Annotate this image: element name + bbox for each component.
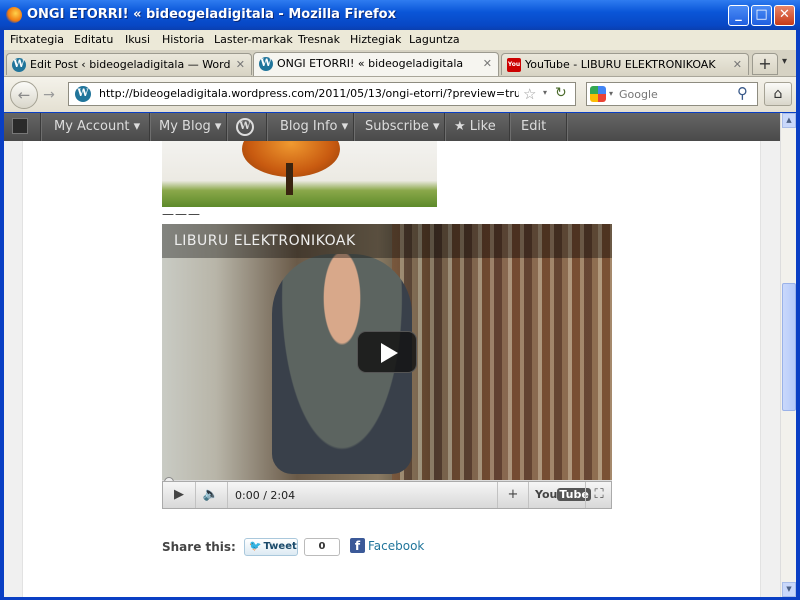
minimize-button[interactable]: _ [728, 5, 749, 26]
volume-icon[interactable]: 🔈 [195, 482, 228, 508]
twitter-bird-icon: 🐦 [249, 541, 262, 552]
youtube-brand-you: You [535, 488, 558, 501]
scroll-thumb[interactable] [782, 283, 796, 411]
new-tab-button[interactable]: + [752, 53, 778, 75]
page-margin-right [760, 141, 780, 597]
video-title[interactable]: LIBURU ELEKTRONIKOAK [174, 233, 356, 249]
fullscreen-button[interactable]: ⛶ [585, 482, 612, 508]
tab-close-icon[interactable]: ✕ [733, 58, 742, 71]
google-icon[interactable] [590, 86, 606, 102]
admin-like[interactable]: ★ Like [454, 113, 496, 141]
tab-close-icon[interactable]: ✕ [236, 58, 245, 71]
video-time: 0:00 / 2:04 [235, 489, 296, 502]
youtube-logo[interactable]: You Tube [535, 488, 591, 501]
search-engine-dropdown-icon[interactable]: ▾ [609, 89, 613, 98]
maximize-button[interactable]: □ [751, 5, 772, 26]
url-text[interactable]: http://bideogeladigitala.wordpress.com/2… [99, 87, 519, 100]
menu-ikusi[interactable]: Ikusi [125, 33, 150, 46]
tweet-count: 0 [304, 538, 340, 556]
wordpress-icon: W [12, 58, 26, 72]
tab-label: ONGI ETORRI! « bideogeladigitala [277, 57, 464, 70]
page-content: My Account ▾ My Blog ▾ W Blog Info ▾ Sub… [4, 113, 780, 597]
scroll-down-button[interactable]: ▼ [782, 582, 796, 597]
facebook-label: Facebook [368, 538, 425, 553]
wordpress-icon: W [259, 57, 273, 71]
scroll-up-button[interactable]: ▲ [782, 113, 796, 128]
share-label: Share this: [162, 540, 236, 554]
menu-hiztegiak[interactable]: Hiztegiak [350, 33, 401, 46]
facebook-icon: f [350, 538, 365, 553]
menu-historia[interactable]: Historia [162, 33, 204, 46]
home-button[interactable]: ⌂ [764, 82, 792, 106]
tab-list-icon[interactable]: ▾ [782, 56, 787, 67]
tab-label: YouTube - LIBURU ELEKTRONIKOAK [525, 58, 716, 71]
admin-subscribe[interactable]: Subscribe ▾ [365, 113, 440, 141]
admin-my-account[interactable]: My Account ▾ [54, 113, 140, 141]
navigation-toolbar: ← → W http://bideogeladigitala.wordpress… [4, 77, 796, 112]
video-title-bar: LIBURU ELEKTRONIKOAK [162, 224, 612, 258]
browser-window: ONGI ETORRI! « bideogeladigitala - Mozil… [0, 0, 800, 600]
search-bar[interactable]: ▾ ⚲ [586, 82, 758, 106]
admin-edit[interactable]: Edit [521, 113, 546, 141]
tab-strip: W Edit Post ‹ bideogeladigitala — WordPr… [4, 50, 796, 77]
post-separator: ——— [162, 207, 201, 221]
url-history-dropdown-icon[interactable]: ▾ [543, 88, 547, 97]
close-button[interactable]: ✕ [774, 5, 795, 26]
url-bar[interactable]: W http://bideogeladigitala.wordpress.com… [68, 82, 576, 106]
vertical-scrollbar[interactable]: ▲ ▼ [780, 113, 796, 597]
firefox-icon [6, 7, 22, 23]
wordpress-admin-bar: My Account ▾ My Blog ▾ W Blog Info ▾ Sub… [4, 113, 780, 141]
admin-logo-icon[interactable] [12, 118, 28, 134]
facebook-share-button[interactable]: f Facebook [350, 538, 424, 553]
tab-label: Edit Post ‹ bideogeladigitala — WordPres… [30, 58, 230, 71]
search-input[interactable] [619, 86, 729, 102]
site-identity-icon[interactable]: W [75, 86, 91, 102]
menu-tresnak[interactable]: Tresnak [298, 33, 340, 46]
menu-laguntza[interactable]: Laguntza [409, 33, 460, 46]
add-to-playlist-button[interactable]: + [497, 482, 529, 508]
menu-bar: Fitxategia Editatu Ikusi Historia Laster… [4, 30, 796, 50]
menu-editatu[interactable]: Editatu [74, 33, 113, 46]
back-button[interactable]: ← [10, 81, 38, 109]
bookmark-star-icon[interactable]: ☆ [523, 85, 536, 103]
tab-edit-post[interactable]: W Edit Post ‹ bideogeladigitala — WordPr… [6, 53, 252, 75]
youtube-video-player[interactable]: LIBURU ELEKTRONIKOAK [162, 224, 612, 508]
menu-fitxategia[interactable]: Fitxategia [10, 33, 64, 46]
wordpress-icon[interactable]: W [236, 118, 254, 136]
tab-youtube[interactable]: You YouTube - LIBURU ELEKTRONIKOAK ✕ [501, 53, 749, 75]
tab-close-icon[interactable]: ✕ [483, 57, 492, 70]
menu-laster-markak[interactable]: Laster-markak [214, 33, 293, 46]
window-title: ONGI ETORRI! « bideogeladigitala - Mozil… [27, 7, 396, 22]
tab-ongi-etorri[interactable]: W ONGI ETORRI! « bideogeladigitala ✕ [253, 52, 499, 76]
title-bar: ONGI ETORRI! « bideogeladigitala - Mozil… [0, 0, 800, 30]
tweet-label: Tweet [263, 541, 297, 552]
tree-image [162, 141, 437, 207]
reload-icon[interactable]: ↻ [555, 85, 567, 101]
play-button[interactable]: ▶ [163, 482, 196, 508]
video-play-overlay-button[interactable] [357, 331, 417, 373]
tweet-button[interactable]: 🐦 Tweet [244, 538, 298, 556]
page-margin-left [4, 141, 23, 597]
video-controls: ▶ 🔈 0:00 / 2:04 + You Tube ⛶ [162, 481, 612, 509]
youtube-icon: You [507, 58, 521, 72]
admin-my-blog[interactable]: My Blog ▾ [159, 113, 221, 141]
admin-blog-info[interactable]: Blog Info ▾ [280, 113, 348, 141]
search-icon[interactable]: ⚲ [737, 84, 748, 102]
forward-button[interactable]: → [39, 85, 59, 105]
